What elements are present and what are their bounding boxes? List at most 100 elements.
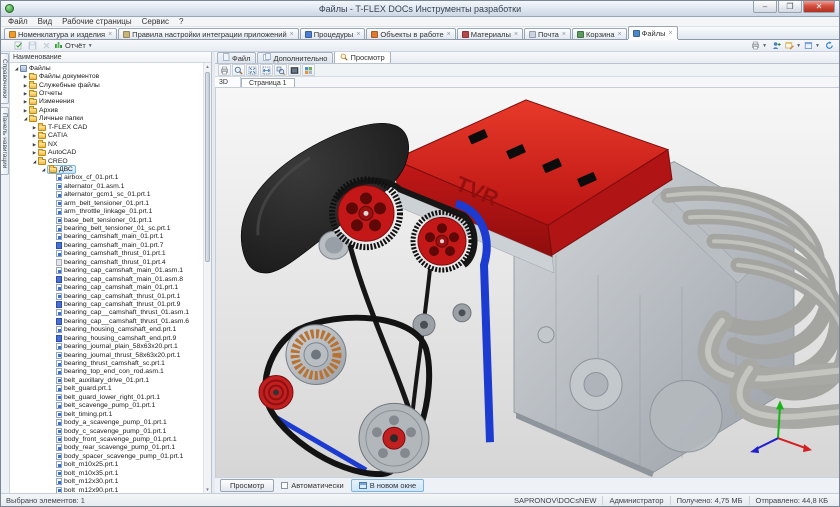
close-icon[interactable]: × (108, 31, 112, 38)
page-mode-label[interactable]: 3D (215, 77, 241, 87)
tree-item[interactable]: arm_throttle_linkage_01.prt.1 (11, 207, 203, 215)
preview-tab-Файл[interactable]: Файл (217, 52, 256, 63)
menu-item-1[interactable]: Вид (33, 17, 57, 26)
tree-item[interactable]: bearing_thrust_camshaft_sc.prt.1 (11, 359, 203, 367)
maximize-button[interactable]: ❐ (778, 1, 802, 13)
expand-icon[interactable]: ▶ (22, 90, 29, 97)
menu-item-3[interactable]: Сервис (137, 17, 174, 26)
collapse-icon[interactable]: ◢ (31, 158, 38, 165)
tree-item[interactable]: bearing_belt_tensioner_01_sc.prt.1 (11, 224, 203, 232)
tree-item[interactable]: bearing_cap_camshaft_main_01.prt.1 (11, 283, 203, 291)
expand-icon[interactable]: ▶ (31, 141, 38, 148)
collapse-icon[interactable]: ◢ (13, 65, 20, 72)
auto-checkbox-wrap[interactable]: Автоматически (281, 481, 343, 490)
expand-icon[interactable]: ▶ (22, 98, 29, 105)
tree-item[interactable]: bearing_cap_camshaft_main_01.asm.8 (11, 275, 203, 283)
expand-icon[interactable]: ▶ (22, 82, 29, 89)
tree-item[interactable]: bearing_camshaft_thrust_01.prt.1 (11, 250, 203, 258)
tree-item[interactable]: bearing_journal_plain_58x63x20.prt.1 (11, 342, 203, 350)
tree-item[interactable]: belt_scavenge_pump_01.prt.1 (11, 402, 203, 410)
tree-item[interactable]: alternator_gcm1_sc_01.prt.1 (11, 191, 203, 199)
tree-item[interactable]: belt_guard_lower_right_01.prt.1 (11, 393, 203, 401)
print-icon[interactable]: ▼ (751, 40, 767, 51)
tree-item[interactable]: ▶Служебные файлы (11, 81, 203, 89)
tree-item[interactable]: base_belt_tensioner_01.prt.1 (11, 216, 203, 224)
report-button[interactable]: Отчёт ▼ (54, 40, 93, 51)
tree-item[interactable]: ▶Отчеты (11, 89, 203, 97)
scroll-down-icon[interactable]: ▼ (204, 486, 211, 493)
view-mode-icon[interactable]: ▼ (804, 40, 820, 51)
close-icon[interactable]: × (447, 31, 451, 38)
tab-Файлы[interactable]: Файлы× (628, 26, 678, 39)
close-icon[interactable]: × (562, 31, 566, 38)
tree-item[interactable]: bearing_cap__camshaft_thrust_01.asm.6 (11, 317, 203, 325)
expand-icon[interactable]: ▶ (22, 107, 29, 114)
tree-item[interactable]: bearing_cap_camshaft_thrust_01.prt.9 (11, 300, 203, 308)
collapse-icon[interactable]: ◢ (22, 115, 29, 122)
slide-view-icon[interactable] (288, 64, 301, 76)
preview-button[interactable]: Просмотр (220, 479, 274, 492)
view-settings-icon[interactable] (302, 64, 315, 76)
close-icon[interactable]: × (514, 31, 518, 38)
preview-tab-Дополнительно[interactable]: Дополнительно (257, 52, 333, 63)
tab-Почта[interactable]: Почта× (524, 28, 571, 39)
tree-item[interactable]: body_spacer_scavenge_pump_01.prt.1 (11, 452, 203, 460)
selected-tree-item[interactable]: ДВС (47, 165, 76, 174)
tree-item[interactable]: ◢ДВС (11, 165, 203, 173)
close-icon[interactable]: × (668, 30, 672, 37)
cancel-icon[interactable] (40, 40, 52, 51)
tree-item[interactable]: bearing_cap_camshaft_thrust_01.prt.1 (11, 292, 203, 300)
tree-item[interactable]: ◢Личные папки (11, 115, 203, 123)
tree-item[interactable]: body_c_scavenge_pump_01.prt.1 (11, 427, 203, 435)
zoom-region-icon[interactable] (274, 64, 287, 76)
add-user-icon[interactable] (770, 40, 782, 51)
preview-canvas[interactable]: TVR (215, 88, 839, 477)
tree-item[interactable]: bearing_cap__camshaft_thrust_01.asm.1 (11, 309, 203, 317)
tree-item[interactable]: bearing_camshaft_thrust_01.prt.4 (11, 258, 203, 266)
tree-scrollbar[interactable]: ▲ ▼ (203, 63, 211, 493)
save-icon[interactable] (26, 40, 38, 51)
tree-item[interactable]: bearing_camshaft_main_01.prt.7 (11, 241, 203, 249)
preview-tab-Просмотр[interactable]: Просмотр (334, 52, 390, 63)
tree-item[interactable]: bearing_camshaft_main_01.prt.1 (11, 233, 203, 241)
scrollbar-thumb[interactable] (205, 72, 210, 262)
tree-item[interactable]: bearing_housing_camshaft_end.prt.9 (11, 334, 203, 342)
tree-item[interactable]: airbox_cf_01.prt.1 (11, 174, 203, 182)
tree-item[interactable]: ▶AutoCAD (11, 148, 203, 156)
tree-item[interactable]: bearing_journal_thrust_58x63x20.prt.1 (11, 351, 203, 359)
tree-item[interactable]: bearing_housing_camshaft_end.prt.1 (11, 326, 203, 334)
tree-item[interactable]: belt_timing.prt.1 (11, 410, 203, 418)
apply-form-icon[interactable] (12, 40, 24, 51)
zoom-icon[interactable] (232, 64, 245, 76)
auto-checkbox[interactable] (281, 482, 288, 489)
expand-icon[interactable]: ▶ (31, 124, 38, 131)
refresh-icon[interactable] (823, 40, 835, 51)
tab-Объекты в работе[interactable]: Объекты в работе× (366, 28, 455, 39)
close-icon[interactable]: × (356, 31, 360, 38)
expand-icon[interactable]: ▶ (22, 73, 29, 80)
menu-item-0[interactable]: Файл (3, 17, 33, 26)
side-tab-0[interactable]: Справочники (1, 53, 9, 104)
tree-item[interactable]: ▶Архив (11, 106, 203, 114)
collapse-icon[interactable]: ◢ (40, 166, 47, 173)
tree-item[interactable]: bolt_m10x35.prt.1 (11, 469, 203, 477)
tree-item[interactable]: ▶T-FLEX CAD (11, 123, 203, 131)
tree-item[interactable]: bolt_m12x90.prt.1 (11, 486, 203, 493)
fit-page-icon[interactable] (246, 64, 259, 76)
menu-item-2[interactable]: Рабочие страницы (57, 17, 136, 26)
tab-Материалы[interactable]: Материалы× (457, 28, 523, 39)
tree-item[interactable]: ▶NX (11, 140, 203, 148)
tab-Правила настройки интеграции приложений[interactable]: Правила настройки интеграции приложений× (118, 28, 299, 39)
tree-item[interactable]: ◢CREO (11, 157, 203, 165)
close-button[interactable]: ✕ (803, 1, 835, 13)
close-icon[interactable]: × (618, 31, 622, 38)
page-tab[interactable]: Страница 1 (241, 78, 295, 87)
tab-Корзина[interactable]: Корзина× (572, 28, 627, 39)
tree-item[interactable]: belt_auxillary_drive_01.prt.1 (11, 376, 203, 384)
expand-icon[interactable]: ▶ (31, 149, 38, 156)
menu-item-4[interactable]: ? (174, 17, 188, 26)
tree-item[interactable]: body_rear_scavenge_pump_01.prt.1 (11, 444, 203, 452)
tree-item[interactable]: ▶Файлы документов (11, 72, 203, 80)
close-icon[interactable]: × (290, 31, 294, 38)
scroll-up-icon[interactable]: ▲ (204, 63, 211, 70)
